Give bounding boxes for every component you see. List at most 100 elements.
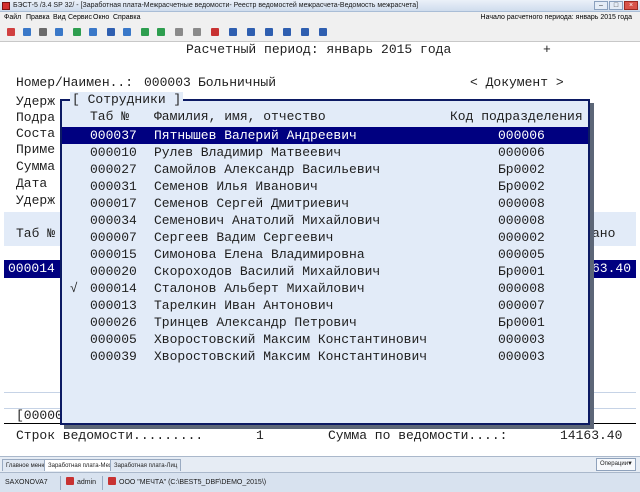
status-company: ООО "МЕЧТА" (C:\BEST5_DBF\DEMO_2015\)	[108, 477, 266, 489]
employee-name: Сталонов Альберт Михайлович	[154, 281, 365, 296]
employee-row[interactable]: 000020 Скороходов Василий Михайлович Бр000…	[62, 263, 588, 280]
employee-tab-number: 000013	[90, 298, 137, 313]
filter-icon	[175, 28, 183, 36]
employee-name: Семенович Анатолий Михайлович	[154, 213, 381, 228]
app-logo-icon	[2, 2, 10, 10]
prev-button[interactable]	[244, 25, 258, 39]
employee-row[interactable]: 000015 Симонова Елена Владимировна 000005	[62, 246, 588, 263]
column-header-department[interactable]: Код подразделения	[450, 109, 583, 125]
column-header-tab[interactable]: Таб №	[90, 109, 129, 125]
number-field[interactable]: 000003	[144, 75, 196, 91]
print-button[interactable]	[36, 25, 50, 39]
first-button[interactable]	[226, 25, 240, 39]
selected-row-tab[interactable]: 000014	[4, 260, 60, 278]
employee-name: Симонова Елена Владимировна	[154, 247, 365, 262]
employee-department: Бр0001	[498, 315, 545, 330]
user-icon	[66, 477, 74, 485]
employee-department: 000008	[498, 281, 545, 296]
side-label-dept: Подра	[16, 110, 56, 125]
period-info: Начало расчетного периода: январь 2015 г…	[480, 14, 632, 21]
help-button[interactable]	[298, 25, 312, 39]
calculator-button[interactable]	[20, 25, 34, 39]
exit-icon	[319, 28, 327, 36]
save-icon	[107, 28, 115, 36]
sync-button[interactable]	[154, 25, 168, 39]
tab-payroll-personal[interactable]: Заработная плата-Лиц	[110, 459, 182, 471]
menu-edit[interactable]: Правка	[24, 12, 52, 23]
employee-department: 000002	[498, 230, 545, 245]
menu-file[interactable]: Файл	[2, 12, 23, 23]
employee-row[interactable]: 000010 Рулев Владимир Матвеевич 000006	[62, 144, 588, 161]
table-button[interactable]	[86, 25, 100, 39]
employee-name: Хворостовский Максим Константинович	[154, 332, 428, 347]
employee-department: 000005	[498, 247, 545, 262]
side-label-sum: Сумма	[16, 159, 56, 174]
last-button[interactable]	[280, 25, 294, 39]
tab-payroll-interim[interactable]: Заработная плата-Меж	[44, 459, 117, 471]
filter-off-button[interactable]	[190, 25, 204, 39]
employee-name: Хворостовский Максим Константинович	[154, 349, 428, 364]
operations-dropdown[interactable]: Операции ▼	[596, 458, 636, 471]
refresh-button[interactable]	[138, 25, 152, 39]
employee-row[interactable]: 000007 Сергеев Вадим Сергеевич 000002	[62, 229, 588, 246]
side-label-deduct-2: Удерж	[16, 193, 56, 208]
employee-row[interactable]: 000031 Семенов Илья Иванович Бр0002	[62, 178, 588, 195]
minimize-button[interactable]: –	[594, 1, 608, 10]
employee-row[interactable]: 000017 Семенов Сергей Дмитриевич 000008	[62, 195, 588, 212]
employee-row[interactable]: 000037 Пятнышев Валерий Андреевич 000006	[62, 127, 588, 144]
employee-department: Бр0002	[498, 162, 545, 177]
help-icon	[301, 28, 309, 36]
menu-bar: Файл Правка Вид Сервис Окно Справка Нача…	[0, 12, 640, 23]
name-field[interactable]: Больничный	[198, 75, 382, 91]
employee-row[interactable]: 000039 Хворостовский Максим Константинови…	[62, 348, 588, 365]
popup-title: [ Сотрудники ]	[70, 92, 184, 108]
new-doc-button[interactable]	[4, 25, 18, 39]
menu-service[interactable]: Сервис	[66, 12, 94, 23]
toolbar	[0, 23, 640, 42]
tab-main-menu[interactable]: Главное меню	[2, 459, 50, 471]
employee-row[interactable]: 000005 Хворостовский Максим Константинови…	[62, 331, 588, 348]
calculator-icon	[23, 28, 31, 36]
new-doc-icon	[7, 28, 15, 36]
save-button[interactable]	[104, 25, 118, 39]
selected-row-amount[interactable]: 63.40	[586, 260, 636, 278]
edit-button[interactable]	[70, 25, 84, 39]
status-role: admin	[66, 477, 96, 489]
copy-button[interactable]	[120, 25, 134, 39]
filter-button[interactable]	[172, 25, 186, 39]
employee-department: 000003	[498, 349, 545, 364]
employee-name: Скороходов Василий Михайлович	[154, 264, 381, 279]
print-icon	[39, 28, 47, 36]
delete-button[interactable]	[208, 25, 222, 39]
popup-column-headers: Таб № Фамилия, имя, отчество Код подразд…	[62, 108, 588, 126]
refresh-icon	[141, 28, 149, 36]
status-divider	[60, 476, 61, 490]
menu-window[interactable]: Окно	[91, 12, 111, 23]
employee-row[interactable]: √ 000014 Сталонов Альберт Михайлович 000008	[62, 280, 588, 297]
plus-marker[interactable]: +	[543, 42, 551, 58]
document-link[interactable]: < Документ >	[470, 75, 564, 91]
employee-tab-number: 000005	[90, 332, 137, 347]
window-title: БЭСТ-5 /3.4 SP 32/ - [Заработная плата-М…	[13, 2, 419, 9]
employee-tab-number: 000015	[90, 247, 137, 262]
column-header-name[interactable]: Фамилия, имя, отчество	[154, 109, 326, 125]
first-icon	[229, 28, 237, 36]
employee-tab-number: 000031	[90, 179, 137, 194]
employee-row[interactable]: 000026 Тринцев Александр Петрович Бр0001	[62, 314, 588, 331]
exit-button[interactable]	[316, 25, 330, 39]
list-button[interactable]	[52, 25, 66, 39]
next-button[interactable]	[262, 25, 276, 39]
close-button[interactable]: ×	[624, 1, 638, 10]
next-icon	[265, 28, 273, 36]
rows-count-label: Строк ведомости.........	[16, 428, 204, 443]
total-label: Сумма по ведомости....:	[328, 428, 508, 443]
maximize-button[interactable]: □	[609, 1, 623, 10]
table-icon	[89, 28, 97, 36]
employee-tab-number: 000020	[90, 264, 137, 279]
employee-row[interactable]: 000027 Самойлов Александр Васильевич Бр000…	[62, 161, 588, 178]
employee-tab-number: 000026	[90, 315, 137, 330]
menu-help[interactable]: Справка	[111, 12, 142, 23]
status-bar: SAXONOVA7 admin ООО "МЕЧТА" (C:\BEST5_DB…	[0, 472, 640, 492]
employee-row[interactable]: 000034 Семенович Анатолий Михайлович 00000…	[62, 212, 588, 229]
employee-row[interactable]: 000013 Тарелкин Иван Антонович 000007	[62, 297, 588, 314]
